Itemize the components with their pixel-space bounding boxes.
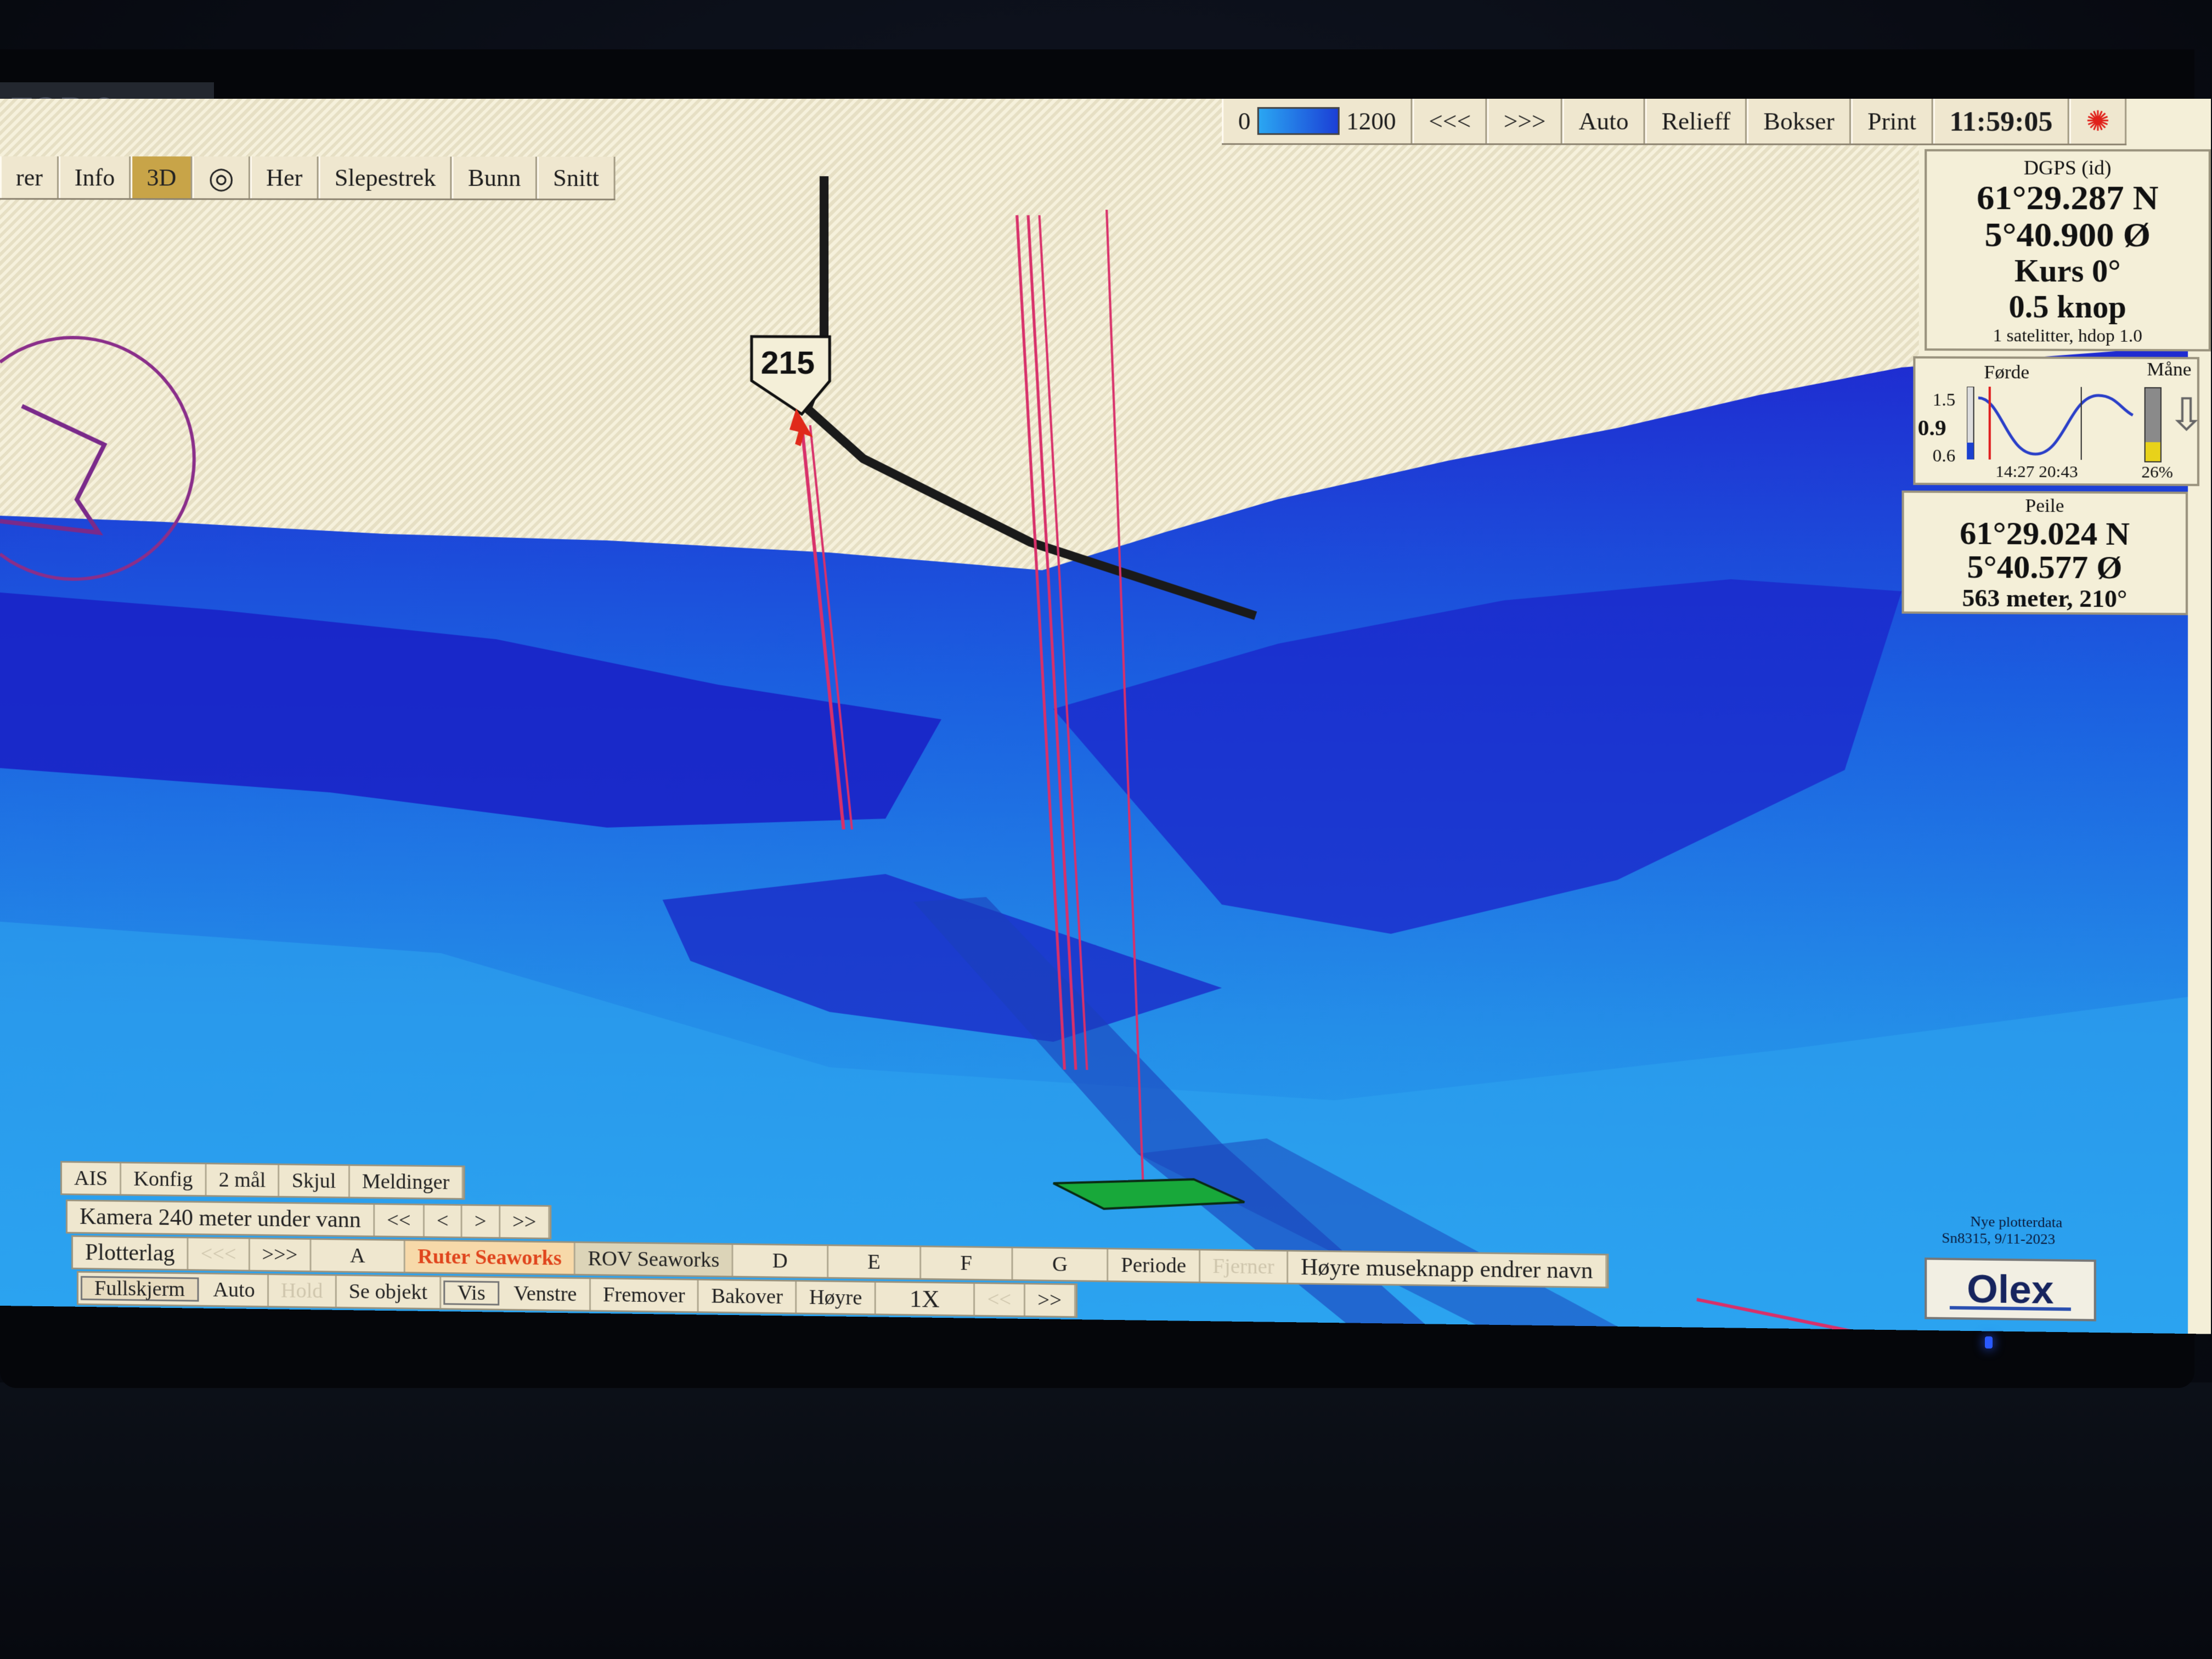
btn-next-fast[interactable]: >>> — [1487, 99, 1562, 144]
bearing-lat: 61°29.024 N — [1960, 515, 2130, 552]
plotter-label: Plotterlag — [73, 1237, 189, 1269]
btn-venstre[interactable]: Venstre — [501, 1278, 591, 1310]
gps-speed: 0.5 knop — [2008, 290, 2126, 325]
camera-row: Kamera 240 meter under vann << < > >> — [66, 1199, 552, 1240]
moon-pct: 26% — [2141, 462, 2173, 482]
btn-periode[interactable]: Periode — [1108, 1249, 1200, 1282]
tide-place: Førde — [1984, 362, 2030, 383]
btn-bokser[interactable]: Bokser — [1747, 99, 1851, 144]
btn-camera-back[interactable]: < — [424, 1205, 462, 1237]
desk-surface — [0, 1383, 2212, 1659]
down-arrow-icon: ⇩ — [2167, 390, 2206, 441]
tide-curve — [1967, 386, 2138, 460]
btn-her[interactable]: Her — [250, 156, 319, 199]
gps-panel: DGPS (id) 61°29.287 N 5°40.900 Ø Kurs 0°… — [1925, 149, 2211, 352]
btn-zoom-out[interactable]: << — [974, 1284, 1025, 1316]
zoom-level: 1X — [876, 1282, 975, 1315]
vessel-outline-icon — [0, 404, 108, 535]
btn-info[interactable]: Info — [58, 156, 131, 199]
serial-label: Sn8315, 9/11-2023 — [1942, 1229, 2056, 1248]
depth-scale[interactable]: 0 1200 — [1222, 99, 1413, 144]
depth-marker-label: 215 — [761, 346, 815, 381]
tide-panel: Førde Måne 1.5 0.9 0.6 14:27 20:43 ⇩ 26% — [1913, 356, 2206, 487]
layer-ruter-seaworks[interactable]: Ruter Seaworks — [405, 1240, 576, 1274]
btn-hold[interactable]: Hold — [268, 1275, 337, 1307]
btn-prev-fast[interactable]: <<< — [1412, 99, 1487, 144]
bearing-title: Peile — [2025, 495, 2064, 517]
btn-zoom-in[interactable]: >> — [1025, 1284, 1076, 1317]
gps-lat: 61°29.287 N — [1977, 178, 2159, 217]
clock: 11:59:05 — [1933, 99, 2069, 144]
scale-min-label: 0 — [1238, 107, 1251, 135]
ais-row: AIS Konfig 2 mål Skjul Meldinger — [60, 1161, 465, 1200]
tide-level-mid: 0.9 — [1917, 415, 1946, 441]
btn-3d[interactable]: 3D — [131, 156, 193, 199]
olex-logo: Olex — [1925, 1257, 2096, 1322]
btn-se-objekt[interactable]: Se objekt — [336, 1276, 442, 1308]
layer-a[interactable]: A — [311, 1239, 406, 1272]
bearing-dist: 563 meter, 210° — [1962, 584, 2128, 613]
btn-view-auto[interactable]: Auto — [201, 1274, 269, 1306]
target-icon[interactable]: ◎ — [192, 156, 250, 199]
bearing-lon: 5°40.577 Ø — [1967, 548, 2123, 586]
btn-relieff[interactable]: Relieff — [1645, 99, 1747, 144]
moon-gauge-icon — [2144, 387, 2162, 462]
btn-fullskjerm[interactable]: Fullskjerm — [81, 1276, 199, 1302]
layer-f[interactable]: F — [921, 1247, 1013, 1279]
gps-info: 1 satelitter, hdop 1.0 — [1993, 325, 2142, 346]
status-light-icon: ✺ — [2069, 99, 2127, 144]
gps-course: Kurs 0° — [2014, 253, 2121, 289]
depth-marker: 215 — [752, 336, 830, 414]
btn-hoyre[interactable]: Høyre — [797, 1282, 876, 1314]
btn-2-maal[interactable]: 2 mål — [206, 1164, 280, 1196]
btn-bakover[interactable]: Bakover — [698, 1280, 797, 1313]
layer-g[interactable]: G — [1013, 1248, 1109, 1281]
btn-plotter-prev[interactable]: <<< — [188, 1238, 250, 1270]
btn-print[interactable]: Print — [1850, 99, 1933, 144]
power-led-icon — [1985, 1336, 1993, 1348]
hint-label: Høyre museknapp endrer navn — [1288, 1251, 1607, 1287]
gps-title: DGPS (id) — [2023, 156, 2112, 179]
btn-meldinger[interactable]: Meldinger — [349, 1166, 464, 1198]
tide-times: 14:27 20:43 — [1995, 462, 2078, 482]
btn-rer[interactable]: rer — [0, 156, 59, 199]
btn-camera-forward[interactable]: > — [462, 1205, 500, 1237]
btn-skjul[interactable]: Skjul — [279, 1165, 350, 1197]
btn-camera-fast-forward[interactable]: >> — [500, 1206, 550, 1238]
gps-lon: 5°40.900 Ø — [1984, 216, 2151, 255]
olex-screen: 215 rer Info 3D ◎ Her Slepestrek Bunn Sn… — [0, 99, 2211, 1334]
btn-fjerner[interactable]: Fjerner — [1200, 1250, 1289, 1283]
top-left-toolbar: rer Info 3D ◎ Her Slepestrek Bunn Snitt — [0, 156, 616, 201]
scale-gradient — [1257, 107, 1340, 135]
btn-snitt[interactable]: Snitt — [537, 156, 616, 199]
btn-vis[interactable]: Vis — [443, 1280, 499, 1306]
btn-fremover[interactable]: Fremover — [590, 1279, 699, 1312]
btn-ais[interactable]: AIS — [62, 1163, 122, 1194]
layer-rov-seaworks[interactable]: ROV Seaworks — [575, 1243, 733, 1276]
3d-seabed-view[interactable]: 215 — [0, 99, 2211, 1334]
layer-d[interactable]: D — [733, 1245, 828, 1277]
btn-bunn[interactable]: Bunn — [452, 156, 537, 199]
btn-camera-fast-back[interactable]: << — [375, 1204, 425, 1237]
top-right-toolbar: 0 1200 <<< >>> Auto Relieff Bokser Print… — [1222, 99, 2127, 145]
tide-moon-label: Måne — [2147, 359, 2192, 380]
layer-e[interactable]: E — [828, 1246, 922, 1278]
scale-max-label: 1200 — [1346, 107, 1396, 135]
btn-auto[interactable]: Auto — [1562, 99, 1645, 144]
tide-level-high: 1.5 — [1932, 389, 1956, 410]
btn-plotter-next[interactable]: >>> — [250, 1239, 312, 1271]
btn-konfig[interactable]: Konfig — [121, 1163, 207, 1195]
bearing-panel: Peile 61°29.024 N 5°40.577 Ø 563 meter, … — [1901, 490, 2188, 616]
new-data-label: Nye plotterdata — [1970, 1213, 2063, 1231]
btn-slepestrek[interactable]: Slepestrek — [318, 156, 452, 199]
camera-label: Kamera 240 meter under vann — [67, 1201, 375, 1236]
tide-level-low: 0.6 — [1932, 445, 1956, 466]
